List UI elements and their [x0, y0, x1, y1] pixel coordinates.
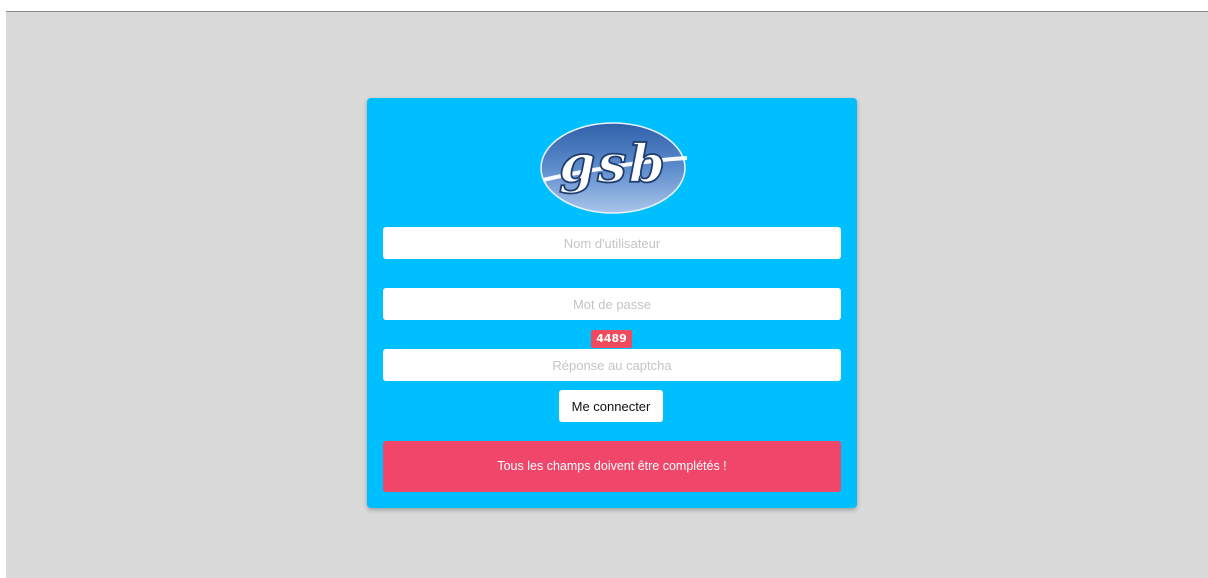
username-input[interactable]	[383, 227, 841, 259]
login-button[interactable]: Me connecter	[559, 390, 663, 422]
error-alert: Tous les champs doivent être complétés !	[383, 441, 841, 492]
password-input[interactable]	[383, 288, 841, 320]
gsb-logo: gsb	[540, 122, 688, 214]
logo-text: gsb	[559, 134, 667, 195]
login-card: gsb 4489 Me connecter Tous les champs do…	[367, 98, 857, 508]
page-background: gsb 4489 Me connecter Tous les champs do…	[6, 11, 1208, 578]
captcha-answer-input[interactable]	[383, 349, 841, 381]
captcha-code-badge: 4489	[591, 330, 632, 348]
